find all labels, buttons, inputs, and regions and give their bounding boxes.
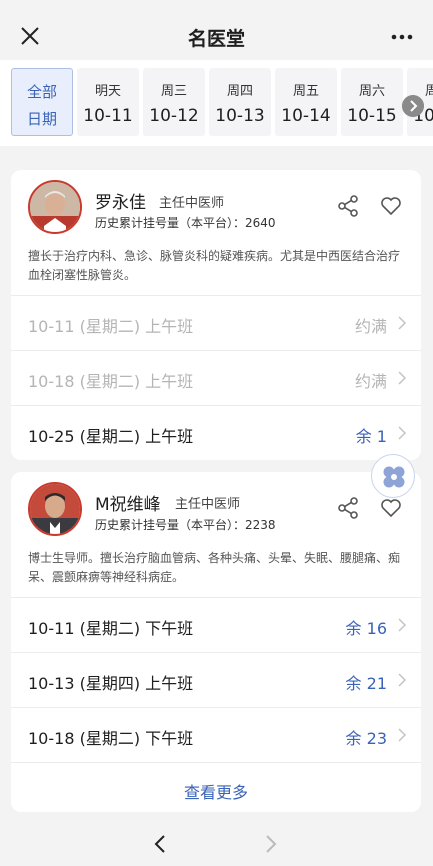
schedule-status: 约满 bbox=[354, 317, 387, 336]
date-tab[interactable]: 周六 10-15 bbox=[341, 68, 403, 136]
booking-count-label: 历史累计挂号量（本平台）： bbox=[95, 518, 246, 532]
avatar bbox=[28, 180, 82, 234]
booking-count-label: 历史累计挂号量（本平台）： bbox=[95, 216, 246, 230]
doctor-description: 博士生导师。擅长治疗脑血管病、各种头痛、头晕、失眠、腰腿痛、痴呆、震颤麻痹等神经… bbox=[28, 551, 401, 584]
schedule-row[interactable]: 10-18 (星期二) 上午班 约满 bbox=[11, 350, 421, 405]
date-tab[interactable]: 周五 10-14 bbox=[275, 68, 337, 136]
date-tab[interactable]: 明天 10-11 bbox=[77, 68, 139, 136]
schedule-row[interactable]: 10-11 (星期二) 上午班 约满 bbox=[11, 295, 421, 350]
doctor-title: 主任中医师 bbox=[159, 196, 225, 211]
date-tab[interactable]: 周四 10-13 bbox=[209, 68, 271, 136]
chevron-right-icon bbox=[398, 371, 407, 385]
schedule-row[interactable]: 10-25 (星期二) 上午班 余 1 bbox=[11, 405, 421, 460]
more-icon[interactable] bbox=[391, 34, 413, 40]
view-more-button[interactable]: 查看更多 bbox=[11, 762, 421, 814]
page-title: 名医堂 bbox=[187, 28, 245, 50]
forward-arrow-icon[interactable] bbox=[263, 834, 279, 854]
chevron-right-icon bbox=[398, 316, 407, 330]
booking-count: 历史累计挂号量（本平台）：2640 bbox=[95, 214, 276, 231]
date-tab-date: 10-14 bbox=[281, 106, 331, 126]
chevron-right-icon bbox=[398, 673, 407, 687]
chevron-right-icon bbox=[398, 728, 407, 742]
schedule-label: 10-18 (星期二) 下午班 bbox=[28, 729, 194, 748]
date-tab-weekday: 全部 bbox=[26, 83, 57, 101]
date-tab-weekday: 周三 bbox=[160, 84, 187, 99]
date-tab-date: 日期 bbox=[26, 110, 57, 128]
heart-icon[interactable] bbox=[379, 496, 403, 520]
schedule-label: 10-11 (星期二) 上午班 bbox=[28, 317, 194, 336]
schedule-row[interactable]: 10-11 (星期二) 下午班 余 16 bbox=[11, 597, 421, 652]
share-icon[interactable] bbox=[336, 496, 360, 520]
back-arrow-icon[interactable] bbox=[152, 834, 168, 854]
date-tab-date: 10-11 bbox=[83, 106, 133, 126]
chevron-right-icon[interactable] bbox=[402, 95, 424, 117]
share-icon[interactable] bbox=[336, 194, 360, 218]
chevron-right-icon bbox=[398, 426, 407, 440]
date-tab-weekday: 周五 bbox=[292, 84, 319, 99]
clover-icon bbox=[383, 466, 405, 488]
schedule-label: 10-11 (星期二) 下午班 bbox=[28, 619, 194, 638]
booking-count: 历史累计挂号量（本平台）：2238 bbox=[95, 516, 276, 533]
date-tab-weekday: 明天 bbox=[94, 84, 121, 99]
heart-icon[interactable] bbox=[379, 194, 403, 218]
date-tab[interactable]: 周三 10-12 bbox=[143, 68, 205, 136]
avatar bbox=[28, 482, 82, 536]
date-strip: 全部 日期 明天 10-11 周三 10-12 周四 10-13 周五 10-1… bbox=[0, 60, 433, 146]
floating-menu-button[interactable] bbox=[371, 454, 415, 498]
doctor-description: 擅长于治疗内科、急诊、脉管炎科的疑难疾病。尤其是中西医结合治疗血栓闭塞性脉管炎。 bbox=[28, 249, 401, 282]
schedule-row[interactable]: 10-18 (星期二) 下午班 余 23 bbox=[11, 707, 421, 762]
schedule-label: 10-13 (星期四) 上午班 bbox=[28, 674, 194, 693]
date-tab-date: 10-12 bbox=[149, 106, 199, 126]
date-tab-weekday: 周四 bbox=[226, 84, 253, 99]
date-tab-date: 10-13 bbox=[215, 106, 265, 126]
doctor-name: M祝维峰 bbox=[95, 495, 161, 515]
schedule-status: 余 1 bbox=[355, 427, 387, 446]
doctor-name: 罗永佳 bbox=[95, 193, 146, 213]
booking-count-value: 2238 bbox=[245, 518, 276, 532]
schedule-status: 约满 bbox=[354, 372, 387, 391]
schedule-label: 10-25 (星期二) 上午班 bbox=[28, 427, 194, 446]
booking-count-value: 2640 bbox=[245, 216, 276, 230]
doctor-title: 主任中医师 bbox=[175, 497, 241, 512]
date-tab-date: 10-15 bbox=[347, 106, 397, 126]
doctor-card[interactable]: M祝维峰 主任中医师 历史累计挂号量（本平台）：2238 博士生导师。擅长治疗脑… bbox=[11, 472, 421, 812]
footer-nav bbox=[0, 822, 433, 866]
schedule-row[interactable]: 10-13 (星期四) 上午班 余 21 bbox=[11, 652, 421, 707]
chevron-right-icon bbox=[398, 618, 407, 632]
schedule-status: 余 16 bbox=[345, 619, 387, 638]
schedule-status: 余 23 bbox=[345, 729, 387, 748]
schedule-status: 余 21 bbox=[345, 674, 387, 693]
doctor-card[interactable]: 罗永佳 主任中医师 历史累计挂号量（本平台）：2640 擅长于治疗内科、急诊、脉… bbox=[11, 170, 421, 460]
header-bar: 名医堂 bbox=[0, 0, 433, 68]
date-tab-all[interactable]: 全部 日期 bbox=[11, 68, 73, 136]
schedule-label: 10-18 (星期二) 上午班 bbox=[28, 372, 194, 391]
date-tab-weekday: 周六 bbox=[358, 84, 385, 99]
